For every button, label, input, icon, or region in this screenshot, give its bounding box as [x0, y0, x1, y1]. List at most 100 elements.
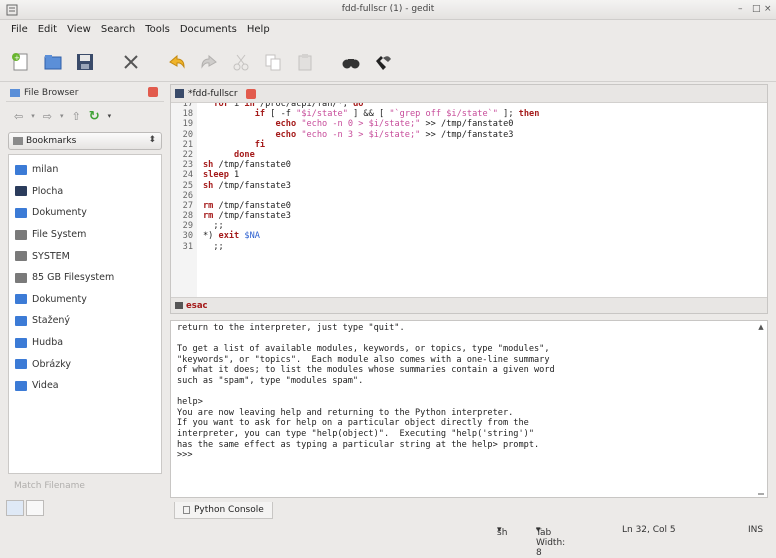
menu-edit[interactable]: Edit: [33, 21, 62, 41]
line-number: 22: [182, 149, 193, 160]
code-token: sleep: [203, 170, 229, 181]
console-scrollbar[interactable]: ▲: [756, 323, 766, 495]
bookmark-label: 85 GB Filesystem: [32, 272, 115, 284]
menu-search[interactable]: Search: [96, 21, 140, 41]
bookmark-item[interactable]: Dokumenty: [9, 289, 161, 311]
line-number: 19: [182, 119, 193, 130]
bookmark-item[interactable]: Plocha: [9, 181, 161, 203]
bookmark-item[interactable]: Dokumenty: [9, 202, 161, 224]
line-number: 28: [182, 211, 193, 222]
cut-icon[interactable]: [228, 49, 254, 75]
save-icon[interactable]: [72, 49, 98, 75]
console-output: return to the interpreter, just type "qu…: [177, 323, 753, 461]
code-token: $NA: [244, 231, 260, 242]
menu-documents[interactable]: Documents: [175, 21, 242, 41]
menu-help[interactable]: Help: [242, 21, 275, 41]
back-dropdown-icon[interactable]: ▾: [31, 112, 35, 120]
bookmark-item[interactable]: Hudba: [9, 332, 161, 354]
scroll-up-icon[interactable]: ▲: [756, 323, 766, 331]
console-tab-icon: [183, 506, 190, 514]
code-line: rm /tmp/fanstate3: [203, 211, 767, 221]
file-browser-icon: [10, 88, 20, 97]
bookmarks-combo[interactable]: Bookmarks ⬍: [8, 132, 162, 150]
tab-width-selector[interactable]: Tab Width: 8 ▾: [536, 525, 565, 558]
code-line: done: [203, 150, 767, 160]
folder-icon: [15, 294, 27, 305]
side-panel-title: File Browser: [24, 87, 79, 98]
code-token: [ -f: [265, 109, 297, 120]
bookmark-item[interactable]: File System: [9, 224, 161, 246]
side-panel: File Browser ⇦ ▾ ⇨ ▾ ⇧ ↻ ▾ Bookmarks ⬍ m…: [6, 84, 164, 502]
tab-close-icon[interactable]: [245, 88, 256, 99]
folder-icon: [15, 315, 27, 326]
console-line: >>>: [177, 450, 193, 461]
back-icon[interactable]: ⇦: [14, 110, 23, 123]
code-token: "$i/state": [296, 109, 348, 120]
code-token: ;;: [203, 241, 224, 252]
bookmark-item[interactable]: SYSTEM: [9, 245, 161, 267]
bookmark-item[interactable]: Obrázky: [9, 353, 161, 375]
bookmark-label: Plocha: [32, 185, 64, 197]
menu-file[interactable]: File: [6, 21, 33, 41]
code-token: sh: [203, 180, 214, 191]
bookmark-item[interactable]: Stažený: [9, 310, 161, 332]
bookmark-item[interactable]: Videa: [9, 375, 161, 397]
language-selector[interactable]: sh ▾: [497, 525, 507, 538]
console-line: You are now leaving help and returning t…: [177, 407, 514, 418]
line-number-gutter: 17 18 19 20 21 22 23 24 25 26 27 28 29 30 31: [171, 103, 197, 297]
forward-icon[interactable]: ⇨: [43, 110, 52, 123]
file-browser-tab[interactable]: [6, 500, 24, 516]
forward-dropdown-icon[interactable]: ▾: [60, 112, 64, 120]
bookmark-label: File System: [32, 229, 87, 241]
folder-icon: [15, 164, 27, 175]
bookmark-label: Obrázky: [32, 358, 72, 370]
menu-tools[interactable]: Tools: [140, 21, 175, 41]
find-icon[interactable]: [338, 49, 364, 75]
print-icon[interactable]: [118, 49, 144, 75]
bookmark-label: milan: [32, 164, 59, 176]
bookmark-item[interactable]: milan: [9, 159, 161, 181]
maximize-icon[interactable]: □: [752, 4, 761, 14]
replace-icon[interactable]: [370, 49, 396, 75]
documents-tab[interactable]: [26, 500, 44, 516]
editor-tab-label[interactable]: *fdd-fullscr: [188, 89, 238, 99]
minimize-icon[interactable]: –: [738, 4, 743, 14]
close-icon[interactable]: ×: [764, 4, 772, 14]
redo-icon[interactable]: [196, 49, 222, 75]
python-console[interactable]: return to the interpreter, just type "qu…: [170, 320, 768, 498]
more-dropdown-icon[interactable]: ▾: [108, 112, 112, 120]
svg-text:+: +: [14, 54, 20, 62]
editor-area: *fdd-fullscr 17 18 19 20 21 22 23 24 25 26 27 28 29 3…: [170, 84, 768, 314]
breadcrumb-label[interactable]: esac: [186, 301, 208, 311]
bookmark-label: Hudba: [32, 337, 64, 349]
bookmark-item[interactable]: 85 GB Filesystem: [9, 267, 161, 289]
line-number: 29: [182, 221, 193, 232]
code-line: sh /tmp/fanstate0: [203, 160, 767, 170]
undo-icon[interactable]: [164, 49, 190, 75]
code-token: rm: [203, 211, 214, 222]
scroll-thumb[interactable]: [758, 493, 764, 495]
code-line: *) exit $NA: [203, 231, 767, 241]
code-view[interactable]: 17 18 19 20 21 22 23 24 25 26 27 28 29 30 31 for i in …: [171, 103, 767, 297]
line-number: 25: [182, 180, 193, 191]
side-panel-close-icon[interactable]: [148, 87, 158, 97]
code-token: echo: [275, 129, 297, 140]
filter-input[interactable]: Match Filename: [8, 478, 162, 494]
menu-view[interactable]: View: [62, 21, 96, 41]
refresh-icon[interactable]: ↻: [89, 109, 100, 124]
open-icon[interactable]: [40, 49, 66, 75]
status-bar: sh ▾ Tab Width: 8 ▾ Ln 32, Col 5 INS: [0, 522, 776, 558]
python-console-tab[interactable]: Python Console: [174, 502, 273, 519]
new-document-icon[interactable]: +: [8, 49, 34, 75]
folder-icon: [15, 207, 27, 218]
up-icon[interactable]: ⇧: [71, 110, 80, 123]
console-line: return to the interpreter, just type "qu…: [177, 323, 405, 333]
copy-icon[interactable]: [260, 49, 286, 75]
line-number: 26: [182, 190, 193, 201]
paste-icon[interactable]: [292, 49, 318, 75]
bookmark-label: Videa: [32, 380, 59, 392]
